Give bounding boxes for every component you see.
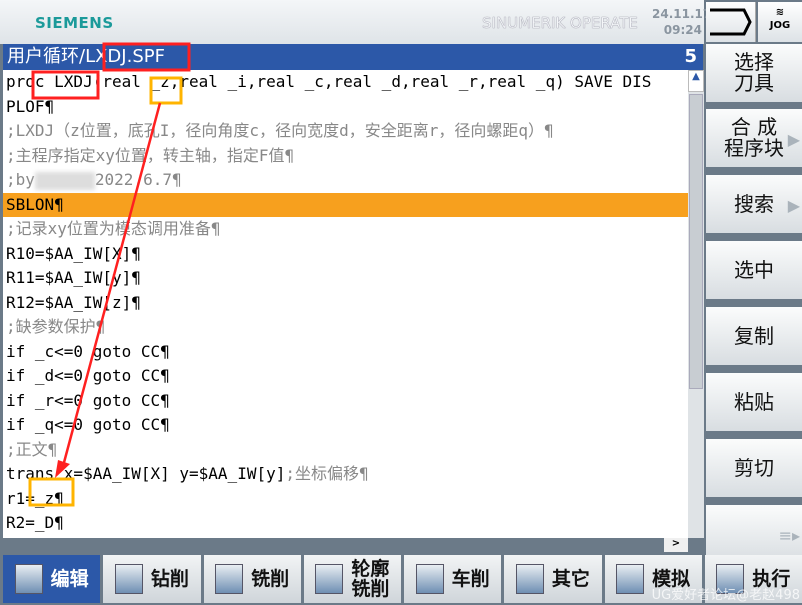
annotation-box-procname — [31, 70, 100, 100]
arrow-head-icon — [55, 460, 70, 478]
annotation-arrow — [60, 102, 162, 471]
annotation-box-filename — [102, 42, 191, 72]
annotation-overlay — [28, 42, 191, 507]
annotation-box-usage — [28, 477, 75, 507]
annotation-box-param — [149, 76, 183, 105]
